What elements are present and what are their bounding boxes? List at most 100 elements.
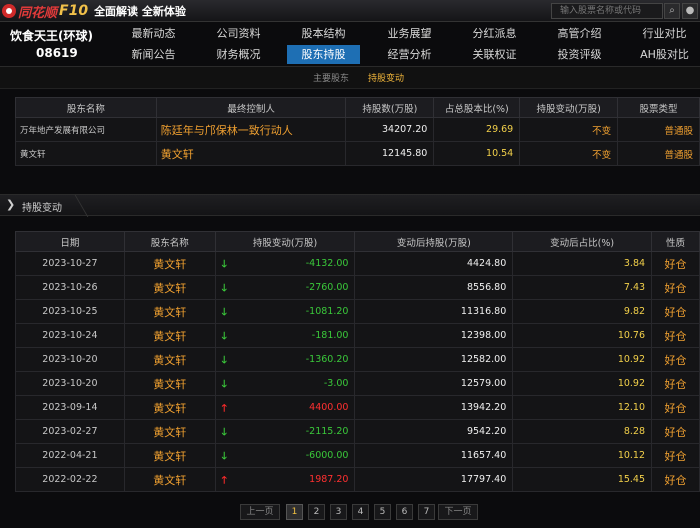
- arrow-down-icon: 🡓: [221, 427, 227, 438]
- holder-name[interactable]: 黄文轩: [123, 251, 216, 276]
- holder-name[interactable]: 黄文轩: [123, 275, 216, 300]
- after-shares: 12582.00: [354, 347, 514, 372]
- nav-industry[interactable]: 行业对比: [628, 24, 700, 43]
- page-6-button[interactable]: 6: [396, 504, 413, 520]
- after-shares: 4424.80: [354, 251, 514, 276]
- prev-page-button[interactable]: 上一页: [240, 504, 280, 520]
- holder-name[interactable]: 黄文轩: [123, 371, 216, 396]
- after-shares: 11657.40: [354, 443, 514, 468]
- nature: 好仓: [651, 251, 700, 276]
- controller[interactable]: 陈廷年与邝保林一致行动人: [155, 117, 347, 142]
- ratio: 29.69: [433, 117, 521, 142]
- nav-dividend[interactable]: 分红派息: [458, 24, 531, 43]
- arrow-down-icon: 🡓: [221, 355, 227, 366]
- subtab-holding-changes[interactable]: 持股变动: [368, 71, 404, 84]
- shares: 34207.20: [345, 117, 435, 142]
- after-ratio: 10.92: [512, 371, 653, 396]
- nature: 好仓: [651, 419, 700, 444]
- table-row: 黄文轩 黄文轩 12145.80 10.54 不变 普通股: [15, 141, 700, 166]
- stock-name: 饮食天王(环球): [10, 29, 93, 43]
- search-icon[interactable]: ⌕: [664, 3, 680, 19]
- nav-latest[interactable]: 最新动态: [117, 24, 190, 43]
- shares: 12145.80: [345, 141, 435, 166]
- col-nature: 性质: [651, 231, 700, 252]
- pagination: 上一页 1 2 3 4 5 6 7 下一页: [0, 504, 700, 520]
- change-date: 2023-10-20: [15, 371, 125, 396]
- nav-ah-compare[interactable]: AH股对比: [628, 45, 700, 64]
- holder-name[interactable]: 黄文轩: [123, 299, 216, 324]
- table-row: 2023-10-20 黄文轩 🡓 -3.00 12579.00 10.92 好仓: [15, 371, 700, 396]
- page-3-button[interactable]: 3: [330, 504, 347, 520]
- nav-shareholders[interactable]: 股东持股: [287, 45, 360, 64]
- section-tab-edge: [65, 195, 89, 217]
- table-row: 2023-10-27 黄文轩 🡓 -4132.00 4424.80 3.84 好仓: [15, 251, 700, 276]
- nature: 好仓: [651, 347, 700, 372]
- logo[interactable]: 同花顺 F10 全面解读 全新体验: [2, 2, 186, 21]
- change-amount: -2115.20: [305, 426, 349, 437]
- change-value: 🡓 -6000.00: [214, 443, 356, 468]
- stock-code: 08619: [36, 46, 78, 60]
- page-1-button[interactable]: 1: [286, 504, 303, 520]
- holder-name[interactable]: 黄文轩: [123, 395, 216, 420]
- section-title: 持股变动: [22, 203, 62, 214]
- holder-name[interactable]: 黄文轩: [123, 467, 216, 492]
- after-ratio: 10.12: [512, 443, 653, 468]
- holder-name[interactable]: 黄文轩: [123, 443, 216, 468]
- holder-name: 万年地产发展有限公司: [15, 117, 157, 142]
- logo-brand: 同花顺: [18, 5, 58, 21]
- holder-name[interactable]: 黄文轩: [123, 347, 216, 372]
- nature: 好仓: [651, 371, 700, 396]
- change-value: 🡓 -2760.00: [214, 275, 356, 300]
- nav-ratings[interactable]: 投资评级: [543, 45, 616, 64]
- arrow-down-icon: 🡓: [221, 379, 227, 390]
- nature: 好仓: [651, 299, 700, 324]
- change: 不变: [519, 141, 619, 166]
- subtab-major-holders[interactable]: 主要股东: [313, 71, 349, 84]
- col-date: 日期: [15, 231, 125, 252]
- holder-name[interactable]: 黄文轩: [123, 323, 216, 348]
- change-date: 2022-02-22: [15, 467, 125, 492]
- table-header-row: 日期 股东名称 持股变动(万股) 变动后持股(万股) 变动后占比(%) 性质: [15, 231, 700, 252]
- change-amount: -1081.20: [305, 306, 349, 317]
- table-row: 2023-10-24 黄文轩 🡓 -181.00 12398.00 10.76 好仓: [15, 323, 700, 348]
- change-amount: -181.00: [311, 330, 349, 341]
- chevron-right-icon: ❯: [6, 198, 16, 211]
- nav-warrants[interactable]: 关联权证: [458, 45, 531, 64]
- arrow-up-icon: 🡑: [221, 403, 227, 414]
- after-ratio: 7.43: [512, 275, 653, 300]
- after-ratio: 15.45: [512, 467, 653, 492]
- change-date: 2023-10-20: [15, 347, 125, 372]
- logo-f10: F10: [59, 3, 89, 19]
- nature: 好仓: [651, 443, 700, 468]
- change-date: 2023-10-25: [15, 299, 125, 324]
- nav-outlook[interactable]: 业务展望: [373, 24, 446, 43]
- change-date: 2023-09-14: [15, 395, 125, 420]
- nav-finance[interactable]: 财务概况: [202, 45, 275, 64]
- after-shares: 9542.20: [354, 419, 514, 444]
- search-input[interactable]: 输入股票名称或代码: [551, 3, 663, 19]
- nav-company[interactable]: 公司资料: [202, 24, 275, 43]
- page-2-button[interactable]: 2: [308, 504, 325, 520]
- table-row: 万年地产发展有限公司 陈廷年与邝保林一致行动人 34207.20 29.69 不…: [15, 117, 700, 142]
- change-value: 🡓 -181.00: [214, 323, 356, 348]
- page-4-button[interactable]: 4: [352, 504, 369, 520]
- change: 不变: [519, 117, 619, 142]
- controller[interactable]: 黄文轩: [155, 141, 347, 166]
- page-5-button[interactable]: 5: [374, 504, 391, 520]
- nav-operations[interactable]: 经营分析: [373, 45, 446, 64]
- holder-name[interactable]: 黄文轩: [123, 419, 216, 444]
- nav-executives[interactable]: 高管介绍: [543, 24, 616, 43]
- after-ratio: 8.28: [512, 419, 653, 444]
- user-icon[interactable]: ●: [682, 3, 698, 19]
- nav-news[interactable]: 新闻公告: [117, 45, 190, 64]
- col-ratio: 占总股本比(%): [433, 97, 521, 118]
- page-7-button[interactable]: 7: [418, 504, 435, 520]
- change-value: 🡓 -1081.20: [214, 299, 356, 324]
- nav-capital[interactable]: 股本结构: [287, 24, 360, 43]
- change-value: 🡓 -1360.20: [214, 347, 356, 372]
- arrow-down-icon: 🡓: [221, 451, 227, 462]
- col-shares: 持股数(万股): [345, 97, 435, 118]
- holding-changes-table: 日期 股东名称 持股变动(万股) 变动后持股(万股) 变动后占比(%) 性质 2…: [15, 231, 700, 492]
- table-header-row: 股东名称 最终控制人 持股数(万股) 占总股本比(%) 持股变动(万股) 股票类…: [15, 97, 700, 118]
- next-page-button[interactable]: 下一页: [438, 504, 478, 520]
